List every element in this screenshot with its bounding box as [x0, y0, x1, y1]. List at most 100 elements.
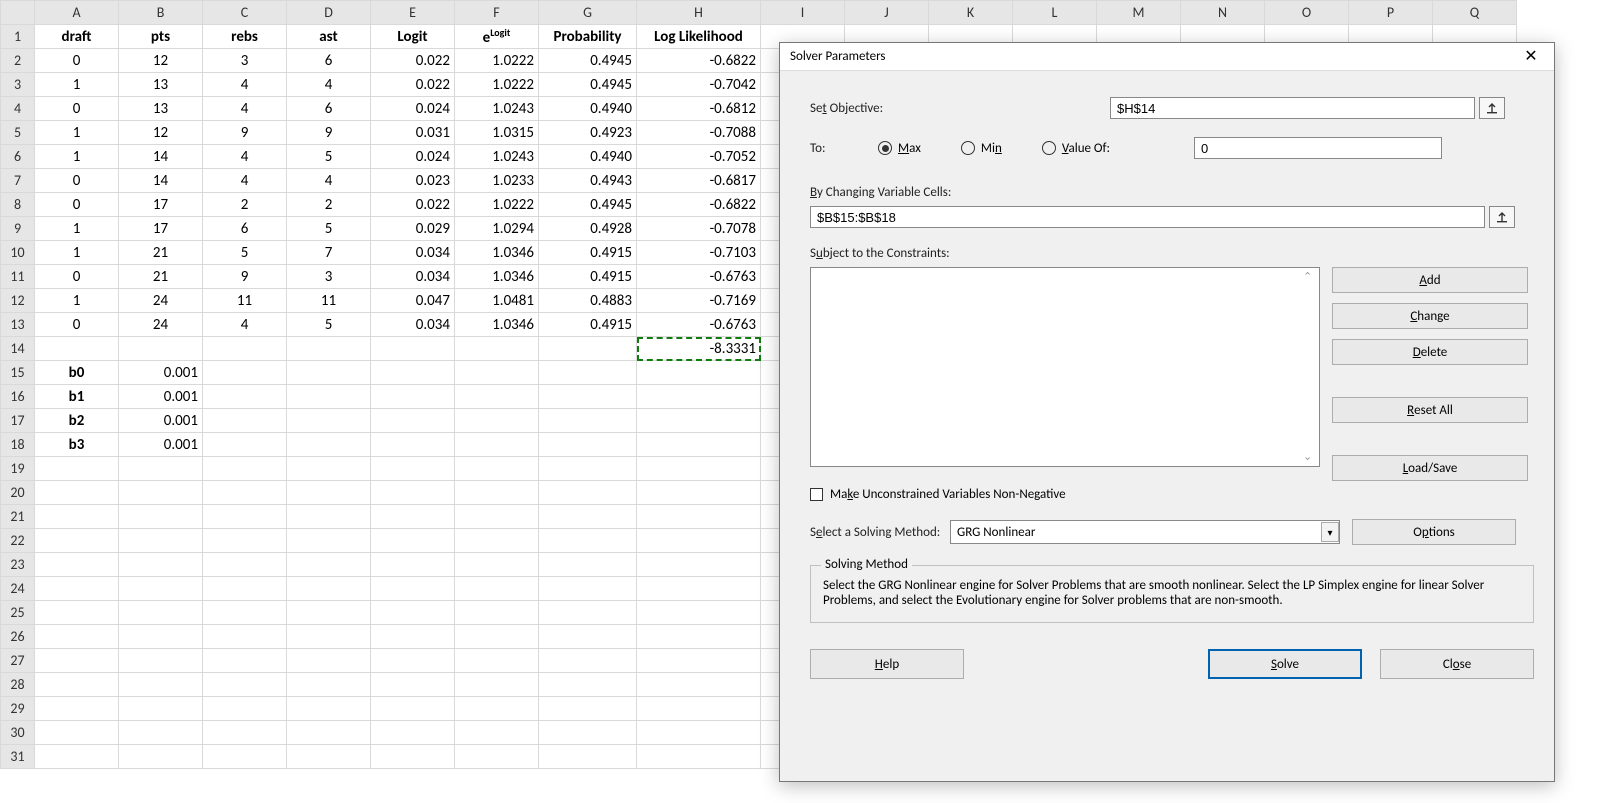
cell[interactable]: b2: [35, 409, 119, 433]
cell[interactable]: 0: [35, 169, 119, 193]
row-header-5[interactable]: 5: [1, 121, 35, 145]
cell[interactable]: -0.6763: [637, 313, 761, 337]
cell[interactable]: 3: [203, 49, 287, 73]
cell[interactable]: 0.4915: [539, 241, 637, 265]
cell[interactable]: 0.001: [119, 385, 203, 409]
row-header-25[interactable]: 25: [1, 601, 35, 625]
radio-max[interactable]: Max: [878, 141, 921, 156]
cell[interactable]: 2: [203, 193, 287, 217]
row-header-2[interactable]: 2: [1, 49, 35, 73]
scroll-up-icon[interactable]: ⌃: [1303, 270, 1317, 284]
cell[interactable]: 1.0294: [455, 217, 539, 241]
col-header-A[interactable]: A: [35, 1, 119, 25]
col-header-I[interactable]: I: [761, 1, 845, 25]
cell[interactable]: 4: [203, 169, 287, 193]
row-header-20[interactable]: 20: [1, 481, 35, 505]
cell[interactable]: 12: [119, 49, 203, 73]
col-header-F[interactable]: F: [455, 1, 539, 25]
row-header-18[interactable]: 18: [1, 433, 35, 457]
row-header-3[interactable]: 3: [1, 73, 35, 97]
cell[interactable]: 0.4945: [539, 49, 637, 73]
cell[interactable]: 0.4883: [539, 289, 637, 313]
row-header-14[interactable]: 14: [1, 337, 35, 361]
cell[interactable]: 1: [35, 73, 119, 97]
options-button[interactable]: Options: [1352, 519, 1516, 545]
cell[interactable]: 17: [119, 193, 203, 217]
load-save-button[interactable]: Load/Save: [1332, 455, 1528, 481]
cell[interactable]: draft: [35, 25, 119, 49]
active-cell-H14[interactable]: -8.3331: [637, 337, 761, 361]
row-header-10[interactable]: 10: [1, 241, 35, 265]
col-header-C[interactable]: C: [203, 1, 287, 25]
reset-all-button[interactable]: Reset All: [1332, 397, 1528, 423]
close-icon[interactable]: ✕: [1514, 46, 1548, 66]
cell[interactable]: 4: [203, 73, 287, 97]
cell[interactable]: 5: [287, 145, 371, 169]
cell[interactable]: 0.4915: [539, 265, 637, 289]
cell[interactable]: 3: [287, 265, 371, 289]
cell[interactable]: 24: [119, 289, 203, 313]
row-header-15[interactable]: 15: [1, 361, 35, 385]
cell[interactable]: 1.0243: [455, 97, 539, 121]
cell[interactable]: 24: [119, 313, 203, 337]
cell[interactable]: 0.034: [371, 241, 455, 265]
cell[interactable]: 0.022: [371, 73, 455, 97]
cell[interactable]: 7: [287, 241, 371, 265]
row-header-28[interactable]: 28: [1, 673, 35, 697]
col-header-Q[interactable]: Q: [1433, 1, 1517, 25]
cell[interactable]: -0.7103: [637, 241, 761, 265]
cell[interactable]: -0.6822: [637, 193, 761, 217]
cell[interactable]: 1.0222: [455, 73, 539, 97]
cell[interactable]: 6: [203, 217, 287, 241]
cell[interactable]: 0.024: [371, 145, 455, 169]
cell[interactable]: 0.4940: [539, 145, 637, 169]
cell[interactable]: 1.0243: [455, 145, 539, 169]
cell[interactable]: 0: [35, 97, 119, 121]
row-header-6[interactable]: 6: [1, 145, 35, 169]
radio-min[interactable]: Min: [961, 141, 1002, 156]
cell[interactable]: Logit: [371, 25, 455, 49]
cell[interactable]: 21: [119, 241, 203, 265]
row-header-22[interactable]: 22: [1, 529, 35, 553]
cell[interactable]: pts: [119, 25, 203, 49]
row-header-9[interactable]: 9: [1, 217, 35, 241]
cell[interactable]: 1.0222: [455, 193, 539, 217]
cell[interactable]: -0.7078: [637, 217, 761, 241]
cell[interactable]: 13: [119, 73, 203, 97]
constraints-listbox[interactable]: ⌃ ⌄: [810, 267, 1320, 467]
cell[interactable]: 9: [203, 265, 287, 289]
row-header-8[interactable]: 8: [1, 193, 35, 217]
cell[interactable]: 0.001: [119, 433, 203, 457]
cell[interactable]: 0.4915: [539, 313, 637, 337]
cell[interactable]: 0: [35, 265, 119, 289]
cell[interactable]: ast: [287, 25, 371, 49]
cell[interactable]: 14: [119, 145, 203, 169]
cell[interactable]: 1.0315: [455, 121, 539, 145]
changing-cells-input[interactable]: [810, 206, 1485, 228]
row-header-31[interactable]: 31: [1, 745, 35, 769]
row-header-29[interactable]: 29: [1, 697, 35, 721]
cell[interactable]: 0.022: [371, 49, 455, 73]
col-header-M[interactable]: M: [1097, 1, 1181, 25]
cell[interactable]: 1: [35, 241, 119, 265]
cell[interactable]: 1.0233: [455, 169, 539, 193]
col-header-P[interactable]: P: [1349, 1, 1433, 25]
cell[interactable]: 4: [287, 169, 371, 193]
row-header-24[interactable]: 24: [1, 577, 35, 601]
cell[interactable]: 0.001: [119, 361, 203, 385]
cell[interactable]: b0: [35, 361, 119, 385]
cell[interactable]: 0.4940: [539, 97, 637, 121]
cell[interactable]: 4: [203, 313, 287, 337]
cell[interactable]: -0.6812: [637, 97, 761, 121]
objective-input[interactable]: [1110, 97, 1475, 119]
select-all-corner[interactable]: [1, 1, 35, 25]
close-button[interactable]: Close: [1380, 649, 1534, 679]
cell[interactable]: 0.001: [119, 409, 203, 433]
col-header-G[interactable]: G: [539, 1, 637, 25]
cell[interactable]: Log Likelihood: [637, 25, 761, 49]
cell[interactable]: 2: [287, 193, 371, 217]
cell[interactable]: 1.0481: [455, 289, 539, 313]
cell[interactable]: 0.024: [371, 97, 455, 121]
cell[interactable]: 14: [119, 169, 203, 193]
change-button[interactable]: Change: [1332, 303, 1528, 329]
